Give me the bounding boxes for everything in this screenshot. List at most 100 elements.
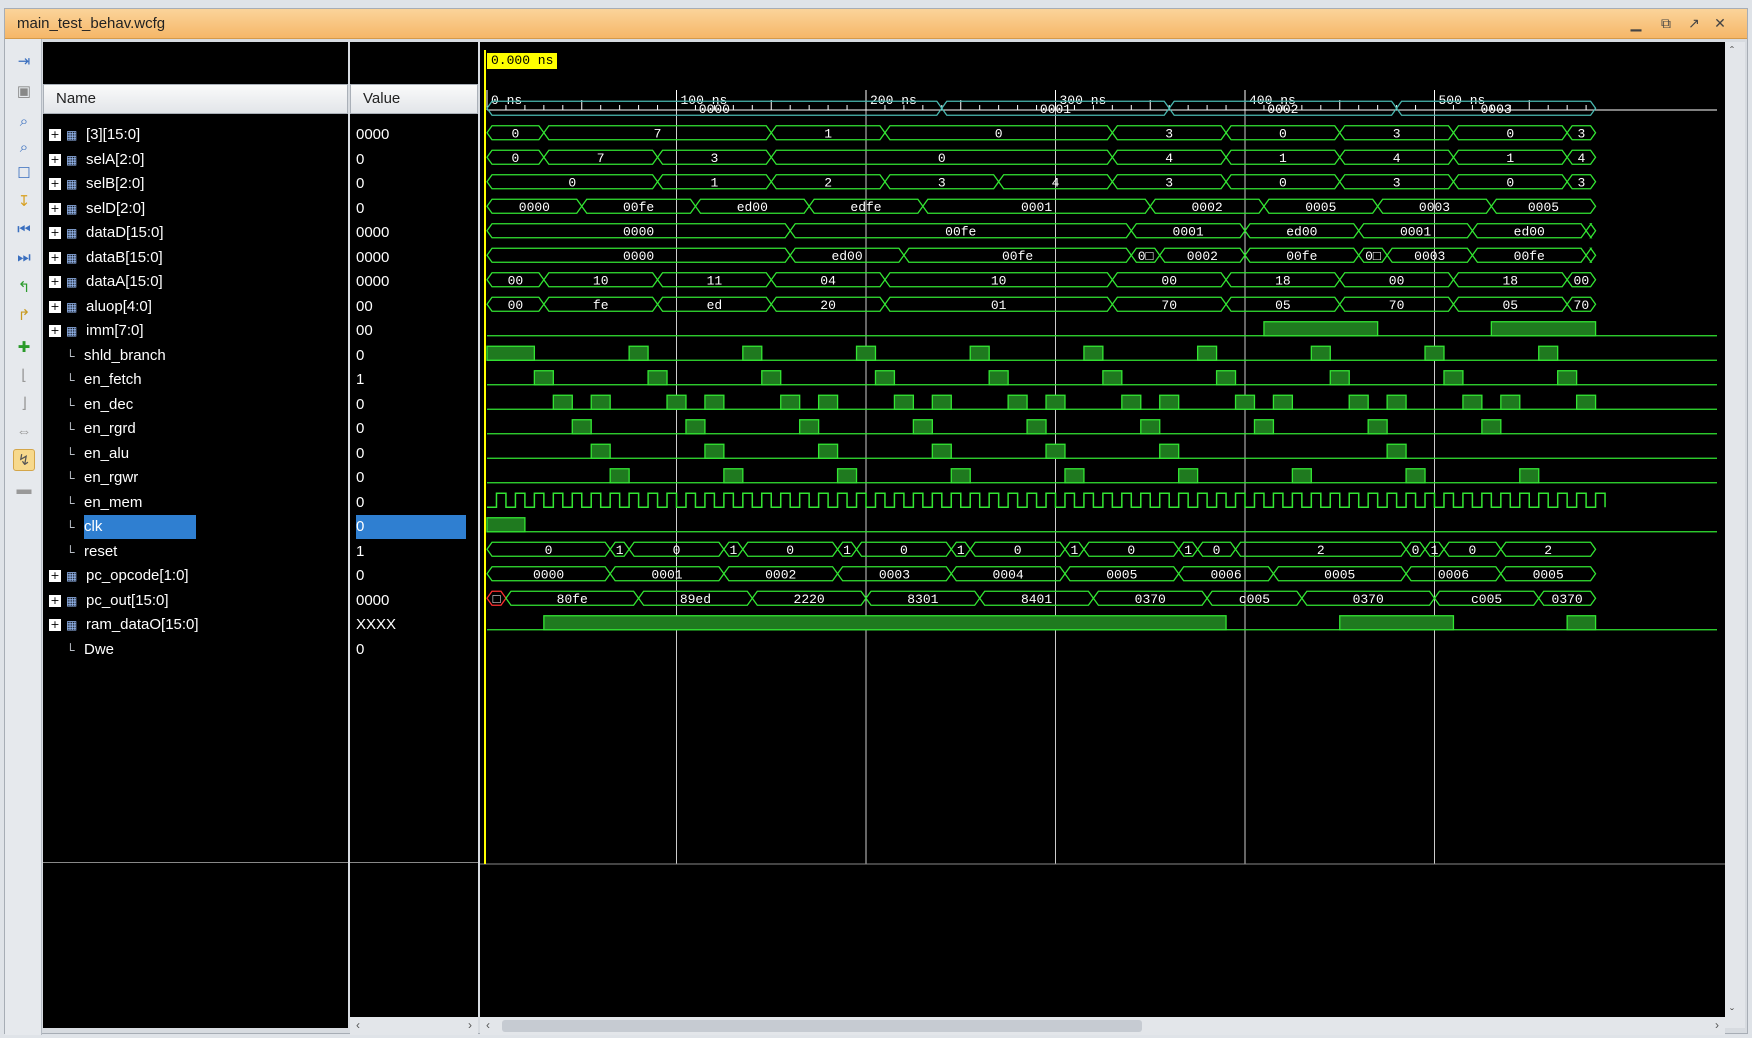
signal-row[interactable]: └ en_dec [43, 393, 348, 417]
zoom-in-icon[interactable]: ⌕ [13, 111, 35, 133]
expand-icon[interactable]: + [49, 619, 61, 632]
expand-icon[interactable]: + [49, 251, 61, 264]
bus-value-label: 0001 [1040, 102, 1071, 117]
bus-value-label: 1 [1279, 151, 1287, 166]
bus-value-label: 4 [1165, 151, 1173, 166]
signal-name: dataB[15:0] [86, 248, 163, 266]
signal-value: 0000 [356, 248, 390, 266]
signal-row[interactable]: └ reset [43, 540, 348, 564]
expand-icon[interactable]: + [49, 276, 61, 289]
bus-value-label: 0000 [699, 102, 730, 117]
bus-value-label: 0 [568, 175, 576, 190]
go-to-start-icon[interactable]: ⏮ [13, 219, 35, 241]
waveform-canvas[interactable]: 0 ns 100 ns 200 ns 300 ns 400 ns 500 ns0000 00… [480, 42, 1725, 1028]
bus-value-label: 0 [545, 543, 553, 558]
signal-high-pulse [1557, 370, 1578, 386]
previous-marker-icon[interactable]: ⌊ [13, 365, 35, 387]
restore-icon[interactable]: ⧉ [1657, 15, 1675, 32]
go-to-end-icon[interactable]: ⏭ [13, 247, 35, 269]
signal-name: pc_opcode[1:0] [86, 567, 189, 584]
snap-to-transition-icon[interactable]: ↯ [13, 449, 35, 471]
bus-value-label: ed00 [1514, 224, 1545, 239]
hscroll-thumb[interactable] [502, 1020, 1142, 1032]
scroll-down-icon[interactable]: ˇ [1730, 1006, 1734, 1020]
signal-value-pane: Value 0000 0 0 0 0000 0000 0000 00 00 0 1 0 0 0 0 0 0 1 0 0… [350, 42, 478, 1028]
signal-row[interactable]: └ en_mem [43, 491, 348, 515]
signal-row[interactable]: └ clk [43, 515, 348, 539]
expand-icon[interactable]: + [49, 178, 61, 191]
expand-icon[interactable]: + [49, 325, 61, 338]
signal-row[interactable]: + ▦ [3][15:0] [43, 123, 348, 147]
expand-icon[interactable]: + [49, 153, 61, 166]
expand-icon[interactable]: + [49, 594, 61, 607]
signal-row[interactable]: + ▦ dataA[15:0] [43, 270, 348, 294]
scroll-left-icon[interactable]: ‹ [356, 1018, 360, 1032]
bus-value-label: 0370 [1353, 592, 1384, 607]
bus-value-label: 70 [1161, 298, 1177, 313]
bus-value-label: 0001 [1173, 224, 1204, 239]
signal-row[interactable]: └ en_rgrd [43, 417, 348, 441]
signal-row[interactable]: + ▦ dataD[15:0] [43, 221, 348, 245]
signal-row[interactable]: + ▦ aluop[4:0] [43, 295, 348, 319]
expand-icon[interactable]: + [49, 300, 61, 313]
waveform-vscrollbar[interactable]: ˆ ˇ [1725, 42, 1745, 1028]
float-icon[interactable]: ↗ [1685, 15, 1703, 32]
expand-icon[interactable]: + [49, 129, 61, 142]
signal-row[interactable]: └ en_rgwr [43, 466, 348, 490]
bus-value-label: 00fe [623, 200, 654, 215]
signal-row[interactable]: + ▦ selA[2:0] [43, 148, 348, 172]
previous-transition-icon[interactable]: ↰ [13, 277, 35, 299]
bus-value-label: □ [493, 592, 501, 607]
scroll-right-icon[interactable]: › [468, 1018, 472, 1032]
name-column-header[interactable]: Name [43, 84, 348, 114]
swap-cursors-icon[interactable]: ⇔ [13, 421, 35, 443]
floating-ruler-icon[interactable]: ▬ [13, 479, 35, 501]
signal-high-pulse [1064, 468, 1085, 484]
scroll-left-icon[interactable]: ‹ [486, 1018, 490, 1032]
next-transition-icon[interactable]: ↱ [13, 305, 35, 327]
signal-value: XXXX [356, 616, 397, 633]
signal-name: [3][15:0] [86, 126, 141, 143]
signal-row[interactable]: └ Dwe [43, 638, 348, 662]
value-hscrollbar[interactable]: ‹ › [350, 1017, 478, 1035]
bus-value-label: 80fe [557, 592, 588, 607]
waveform-pane[interactable]: 0 ns 100 ns 200 ns 300 ns 400 ns 500 ns 0000 00… [480, 42, 1725, 1028]
window-title: main_test_behav.wcfg [17, 15, 166, 32]
signal-row[interactable]: └ en_fetch [43, 368, 348, 392]
value-column-header[interactable]: Value [350, 84, 478, 114]
scroll-right-icon[interactable]: › [1715, 1018, 1719, 1032]
zoom-fit-icon[interactable]: ☐ [13, 163, 35, 185]
expand-icon[interactable]: + [49, 202, 61, 215]
signal-row[interactable]: └ en_alu [43, 442, 348, 466]
signal-row[interactable]: └ shld_branch [43, 344, 348, 368]
scroll-up-icon[interactable]: ˆ [1730, 44, 1734, 58]
signal-row[interactable]: + ▦ pc_out[15:0] [43, 589, 348, 613]
signal-high-pulse [912, 419, 933, 435]
signal-row[interactable]: + ▦ dataB[15:0] [43, 246, 348, 270]
save-icon[interactable]: ▣ [13, 81, 35, 103]
signal-row[interactable]: + ▦ selB[2:0] [43, 172, 348, 196]
signal-row[interactable]: + ▦ ram_dataO[15:0] [43, 613, 348, 637]
goto-cursor-icon[interactable]: ⇥ [13, 51, 35, 73]
expand-icon[interactable]: + [49, 570, 61, 583]
bus-value-label: 7 [654, 126, 662, 141]
close-icon[interactable]: ✕ [1711, 15, 1729, 32]
zoom-out-icon[interactable]: ⌕ [13, 137, 35, 159]
signal-name: Dwe [84, 640, 115, 658]
minimize-icon[interactable]: ▁ [1627, 15, 1645, 32]
signal-row[interactable]: + ▦ selD[2:0] [43, 197, 348, 221]
signal-row[interactable]: + ▦ pc_opcode[1:0] [43, 564, 348, 588]
cursor-time-label: 0.000 ns [487, 53, 558, 69]
signal-high-pulse [1159, 394, 1180, 410]
waveform-hscrollbar[interactable]: ‹ › [480, 1017, 1725, 1035]
expand-icon[interactable]: + [49, 227, 61, 240]
bus-value-label: 0 [1213, 543, 1221, 558]
signal-value: 0000 [356, 591, 390, 609]
bus-value-label: ed [707, 298, 723, 313]
signal-name-pane: Name + ▦ [3][15:0] + ▦ selA[2:0] + ▦ selB[2:0] + ▦… [43, 42, 348, 1028]
go-to-time-icon[interactable]: ↧ [13, 191, 35, 213]
next-marker-icon[interactable]: ⌋ [13, 393, 35, 415]
signal-row[interactable]: + ▦ imm[7:0] [43, 319, 348, 343]
bus-value-label: 0370 [1552, 592, 1583, 607]
add-marker-icon[interactable]: ✚ [13, 337, 35, 359]
